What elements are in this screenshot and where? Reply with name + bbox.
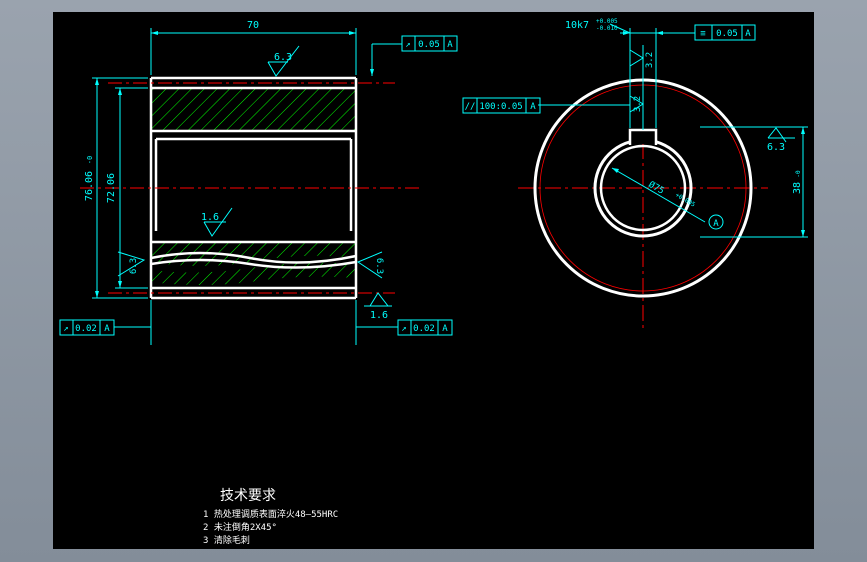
key-roughness: 3.2 [633,96,643,112]
outer-diameter: 38 [792,182,803,194]
roughness-side-right: 6.3 [767,142,785,153]
keyway-fit-upper: +0.005 [596,18,618,25]
key-depth: 3.2 [645,52,655,68]
inner-dimension: 72.06 [106,173,117,203]
tolerance-top-value: 0.05 [418,40,440,50]
roughness-inner: 1.6 [201,212,219,223]
symmetry-frame: ≡ 0.05 A [694,24,756,41]
bore-dimension: Ø75 [647,179,667,197]
roughness-bottom: 1.6 [370,310,388,321]
parallelism-datum: A [530,102,536,112]
parallelism-icon: // [465,102,476,112]
datum-label: A [713,219,719,229]
symmetry-icon: ≡ [700,29,706,39]
roughness-left: 6.3 [129,258,139,274]
outer-tolerance: -0 [86,156,94,164]
runout-icon: ↗ [401,324,406,334]
tolerance-frame-right: ↗ 0.02 A [397,319,453,336]
tolerance-left-datum: A [104,324,110,334]
notes-line-2: 2 未注倒角2X45° [203,521,277,533]
notes-title: 技术要求 [220,488,276,504]
side-view: 10k7 +0.005 -0.010 3.2 3.2 Ø75 +0.005 A … [462,18,808,330]
tolerance-frame-top: ↗ 0.05 A [401,35,458,52]
notes-line-1: 1 热处理调质表面淬火48—55HRC [203,508,338,520]
cad-drawing: 70 76.06 -0 72.06 6.3 1.6 6.3 6.3 1.6 ↗ … [59,18,808,546]
side-dimensions [538,23,808,238]
notes-line-3: 3 清除毛刺 [203,534,250,546]
keyway-fit-lower: -0.010 [596,25,618,32]
outer-dimension: 76.06 [84,171,95,201]
keyway-fit: 10k7 [565,20,589,31]
hatch-section-top [151,88,356,131]
outer-diameter-tol: -0 [795,170,802,178]
parallelism-value: 100:0.05 [479,102,522,112]
runout-icon: ↗ [63,324,68,334]
symmetry-value: 0.05 [716,29,738,39]
tolerance-right-value: 0.02 [413,324,435,334]
front-view: 70 76.06 -0 72.06 6.3 1.6 6.3 6.3 1.6 ↗ … [59,20,458,345]
tolerance-left-value: 0.02 [75,324,97,334]
runout-icon: ↗ [405,40,410,50]
roughness-top: 6.3 [274,52,292,63]
width-dimension: 70 [247,20,259,31]
tolerance-frame-left: ↗ 0.02 A [59,319,115,336]
parallelism-frame: // 100:0.05 A [462,97,541,114]
tolerance-top-datum: A [447,40,453,50]
tolerance-right-datum: A [442,324,448,334]
technical-requirements: 技术要求 1 热处理调质表面淬火48—55HRC 2 未注倒角2X45° 3 清… [203,488,338,546]
symmetry-datum: A [745,29,751,39]
roughness-right: 6.3 [374,258,384,274]
